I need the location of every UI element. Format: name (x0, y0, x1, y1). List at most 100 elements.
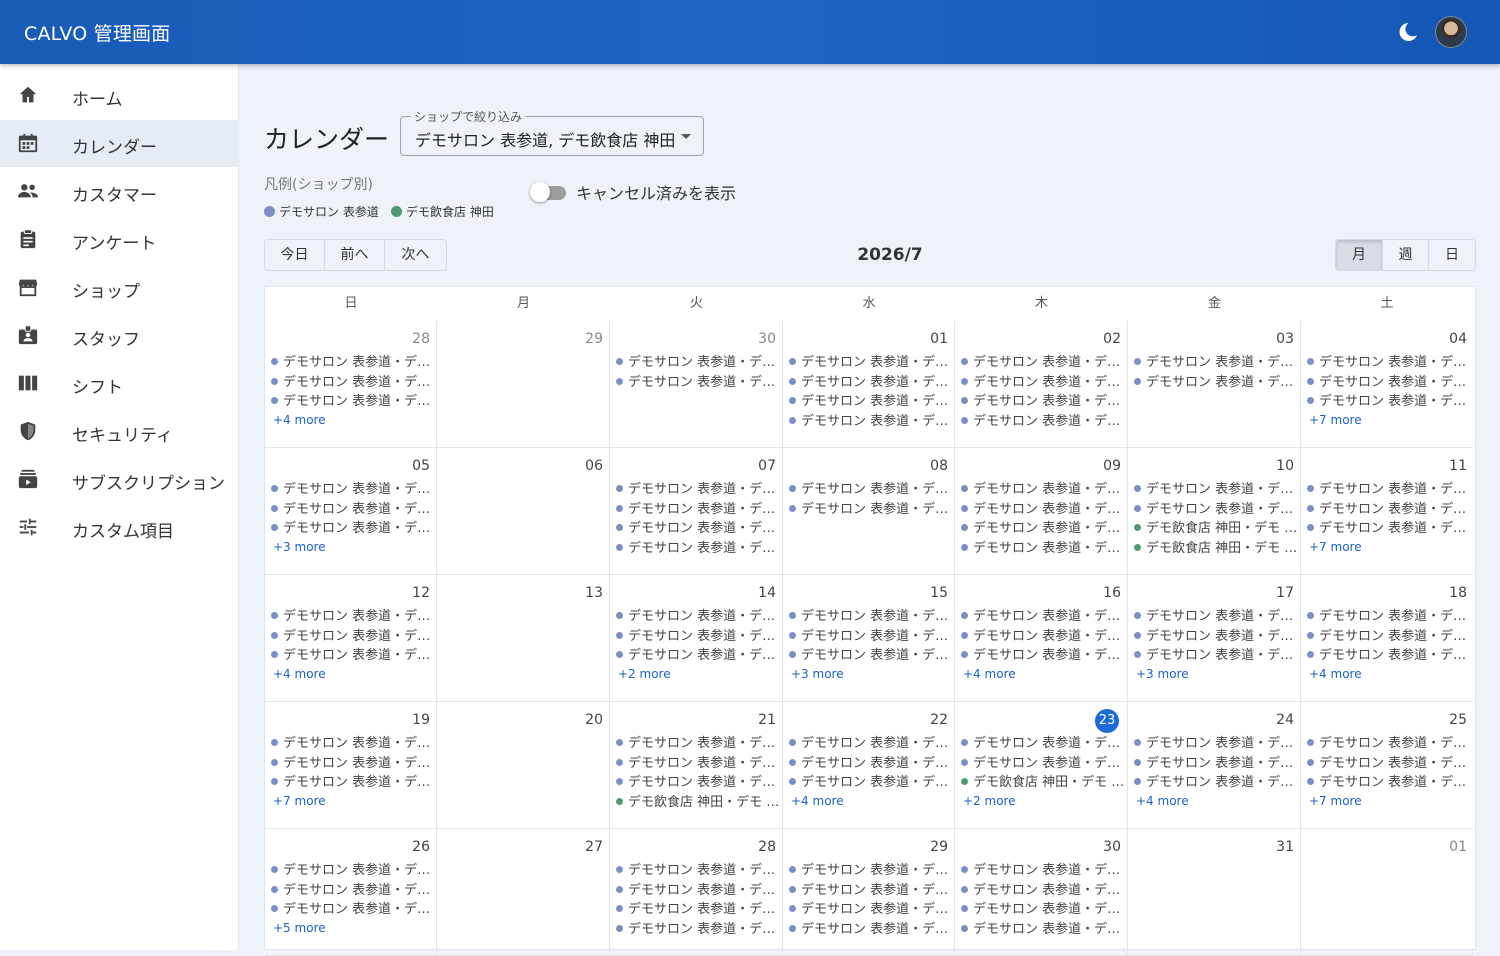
more-events-link[interactable]: +2 more (963, 794, 1016, 810)
calendar-event[interactable]: デモサロン 表参道・デモ 九… (271, 480, 436, 499)
more-events-link[interactable]: +3 more (273, 540, 326, 556)
sidebar-item-store[interactable]: ショップ (0, 264, 239, 311)
prev-button[interactable]: 前へ (325, 240, 385, 270)
day-cell[interactable]: 20 (437, 702, 610, 829)
more-events-link[interactable]: +4 more (273, 413, 326, 429)
calendar-event[interactable]: デモサロン 表参道・デモ 十… (1134, 353, 1300, 372)
sidebar-item-subscription[interactable]: サブスクリプション (0, 456, 239, 503)
calendar-event[interactable]: デモサロン 表参道・デモ 次… (789, 353, 954, 372)
calendar-event[interactable]: デモサロン 表参道・デモ 太… (789, 754, 954, 773)
day-cell[interactable]: 15 デモサロン 表参道・デモ 七… デモサロン 表参道・デモ 九… デモサロン 表参… (783, 575, 955, 702)
week-view-button[interactable]: 週 (1383, 240, 1429, 270)
calendar-event[interactable]: デモサロン 表参道・デモ 八… (1134, 754, 1300, 773)
calendar-event[interactable]: デモサロン 表参道・デモ 七… (789, 500, 954, 519)
more-events-link[interactable]: +4 more (1309, 667, 1362, 683)
calendar-event[interactable]: デモサロン 表参道・デモ 七… (961, 900, 1127, 919)
calendar-event[interactable]: デモサロン 表参道・デモ 四… (1307, 392, 1473, 411)
calendar-event[interactable]: デモサロン 表参道・デモ 七… (789, 607, 954, 626)
calendar-event[interactable]: デモサロン 表参道・デモ 六… (271, 392, 436, 411)
more-events-link[interactable]: +3 more (791, 667, 844, 683)
day-cell[interactable]: 07 デモサロン 表参道・デモ 太… デモサロン 表参道・デモ 次… デモサロン 表参… (610, 448, 783, 575)
calendar-event[interactable]: デモサロン 表参道・デモ 十… (1307, 646, 1473, 665)
calendar-event[interactable]: デモサロン 表参道・デモ 三… (789, 392, 954, 411)
day-cell[interactable]: 27 (437, 829, 610, 956)
calendar-event[interactable]: デモサロン 表参道・デモ 太… (1307, 373, 1473, 392)
calendar-event[interactable]: デモサロン 表参道・デモ 六… (961, 861, 1127, 880)
calendar-event[interactable]: デモサロン 表参道・デモ 七… (1307, 500, 1473, 519)
calendar-event[interactable]: デモサロン 表参道・デモ 六… (616, 646, 782, 665)
sidebar-item-people[interactable]: カスタマー (0, 168, 239, 215)
calendar-event[interactable]: デモサロン 表参道・デモ 三… (271, 734, 436, 753)
day-cell[interactable]: 25 デモサロン 表参道・デモ 花… デモサロン 表参道・デモ 十… デモサロン 表参… (1301, 702, 1473, 829)
day-cell[interactable]: 18 デモサロン 表参道・デモ 七… デモサロン 表参道・デモ 十… デモサロン 表参… (1301, 575, 1473, 702)
day-cell[interactable]: 06 (437, 448, 610, 575)
calendar-event[interactable]: デモサロン 表参道・デモ 六… (616, 754, 782, 773)
day-cell[interactable]: 10 デモサロン 表参道・デモ 太… デモサロン 表参道・デモ 花… デモ飲食店 神田… (1128, 448, 1301, 575)
calendar-event[interactable]: デモサロン 表参道・デモ 七… (1307, 607, 1473, 626)
calendar-event[interactable]: デモサロン 表参道・デモ 花… (1307, 734, 1473, 753)
more-events-link[interactable]: +3 more (1136, 667, 1189, 683)
calendar-event[interactable]: デモサロン 表参道・デモ 九… (961, 539, 1127, 558)
day-cell[interactable]: 28 デモサロン 表参道・デモ 十… デモサロン 表参道・デモ 太… デモサロン 表参… (610, 829, 783, 956)
calendar-event[interactable]: デモサロン 表参道・デモ 三… (271, 373, 436, 392)
calendar-event[interactable]: デモサロン 表参道・デモ 六… (961, 373, 1127, 392)
calendar-event[interactable]: デモサロン 表参道・デモ 次… (961, 646, 1127, 665)
more-events-link[interactable]: +7 more (1309, 540, 1362, 556)
calendar-event[interactable]: デモサロン 表参道・デモ 太… (789, 373, 954, 392)
calendar-event[interactable]: デモ飲食店 神田・デモ 十一… (961, 773, 1127, 792)
calendar-event[interactable]: デモサロン 表参道・デモ 三… (961, 754, 1127, 773)
user-avatar[interactable] (1435, 16, 1467, 48)
day-cell[interactable]: 09 デモサロン 表参道・デモ 十… デモサロン 表参道・デモ 八… デモサロン 表参… (955, 448, 1128, 575)
calendar-event[interactable]: デモサロン 表参道・デモ 十… (616, 861, 782, 880)
calendar-event[interactable]: デモサロン 表参道・デモ 花… (616, 519, 782, 538)
calendar-event[interactable]: デモサロン 表参道・デモ 四… (789, 861, 954, 880)
calendar-event[interactable]: デモサロン 表参道・デモ 太… (616, 881, 782, 900)
day-cell[interactable]: 30 デモサロン 表参道・デモ 八… デモサロン 表参道・デモ 九… (610, 321, 783, 448)
calendar-event[interactable]: デモサロン 表参道・デモ 八… (616, 734, 782, 753)
sidebar-item-calendar[interactable]: カレンダー (0, 120, 239, 167)
more-events-link[interactable]: +4 more (791, 794, 844, 810)
calendar-event[interactable]: デモサロン 表参道・デモ 六… (1134, 773, 1300, 792)
day-view-button[interactable]: 日 (1429, 240, 1475, 270)
dark-mode-icon[interactable] (1396, 20, 1420, 44)
day-cell[interactable]: 16 デモサロン 表参道・デモ 花… デモサロン 表参道・デモ 十… デモサロン 表参… (955, 575, 1128, 702)
more-events-link[interactable]: +7 more (1309, 413, 1362, 429)
calendar-event[interactable]: デモサロン 表参道・デモ 九… (616, 773, 782, 792)
calendar-event[interactable]: デモサロン 表参道・デモ 太… (616, 480, 782, 499)
calendar-event[interactable]: デモサロン 表参道・デモ 十… (271, 500, 436, 519)
day-cell[interactable]: 30 デモサロン 表参道・デモ 六… デモサロン 表参道・デモ 八… デモサロン 表参… (955, 829, 1128, 956)
calendar-event[interactable]: デモサロン 表参道・デモ 九… (789, 627, 954, 646)
calendar-event[interactable]: デモ飲食店 神田・デモ 十一… (1134, 539, 1300, 558)
calendar-event[interactable]: デモサロン 表参道・デモ 五… (1307, 519, 1473, 538)
calendar-event[interactable]: デモサロン 表参道・デモ 五… (271, 900, 436, 919)
calendar-event[interactable]: デモサロン 表参道・デモ 三… (616, 539, 782, 558)
day-cell[interactable]: 11 デモサロン 表参道・デモ 四… デモサロン 表参道・デモ 七… デモサロン 表参… (1301, 448, 1473, 575)
calendar-event[interactable]: デモサロン 表参道・デモ 四… (1307, 480, 1473, 499)
calendar-event[interactable]: デモ飲食店 神田・デモ 五子 … (616, 793, 782, 812)
calendar-event[interactable]: デモサロン 表参道・デモ 三… (1134, 607, 1300, 626)
calendar-event[interactable]: デモサロン 表参道・デモ 花… (789, 412, 954, 431)
calendar-event[interactable]: デモサロン 表参道・デモ 花… (1134, 734, 1300, 753)
calendar-event[interactable]: デモサロン 表参道・デモ 五… (1134, 627, 1300, 646)
more-events-link[interactable]: +4 more (963, 667, 1016, 683)
more-events-link[interactable]: +4 more (273, 667, 326, 683)
calendar-event[interactable]: デモサロン 表参道・デモ 八… (789, 646, 954, 665)
calendar-event[interactable]: デモサロン 表参道・デモ 次… (789, 881, 954, 900)
day-cell[interactable]: 19 デモサロン 表参道・デモ 三… デモサロン 表参道・デモ 太… デモサロン 表参… (265, 702, 437, 829)
day-cell[interactable]: 08 デモサロン 表参道・デモ 六… デモサロン 表参道・デモ 七… (783, 448, 955, 575)
calendar-event[interactable]: デモサロン 表参道・デモ 十… (1307, 627, 1473, 646)
next-button[interactable]: 次へ (385, 240, 446, 270)
calendar-event[interactable]: デモサロン 表参道・デモ 三… (1307, 353, 1473, 372)
day-cell[interactable]: 05 デモサロン 表参道・デモ 九… デモサロン 表参道・デモ 十… デモサロン 表参… (265, 448, 437, 575)
calendar-event[interactable]: デモサロン 表参道・デモ 八… (271, 519, 436, 538)
day-cell[interactable]: 29 (437, 321, 610, 448)
day-cell[interactable]: 26 デモサロン 表参道・デモ 四… デモサロン 表参道・デモ 七… デモサロン 表参… (265, 829, 437, 956)
more-events-link[interactable]: +7 more (1309, 794, 1362, 810)
day-cell[interactable]: 12 デモサロン 表参道・デモ 十… デモサロン 表参道・デモ 十… デモサロン 表参… (265, 575, 437, 702)
day-cell[interactable]: 23 デモサロン 表参道・デモ 次… デモサロン 表参道・デモ 三… デモ飲食店 神田… (955, 702, 1128, 829)
day-cell[interactable]: 03 デモサロン 表参道・デモ 十… デモサロン 表参道・デモ 十… (1128, 321, 1301, 448)
calendar-event[interactable]: デモサロン 表参道・デモ 花… (616, 920, 782, 939)
day-cell[interactable]: 02 デモサロン 表参道・デモ 四… デモサロン 表参道・デモ 六… デモサロン 表参… (955, 321, 1128, 448)
calendar-event[interactable]: デモサロン 表参道・デモ 十… (789, 773, 954, 792)
calendar-event[interactable]: デモサロン 表参道・デモ 十… (961, 519, 1127, 538)
